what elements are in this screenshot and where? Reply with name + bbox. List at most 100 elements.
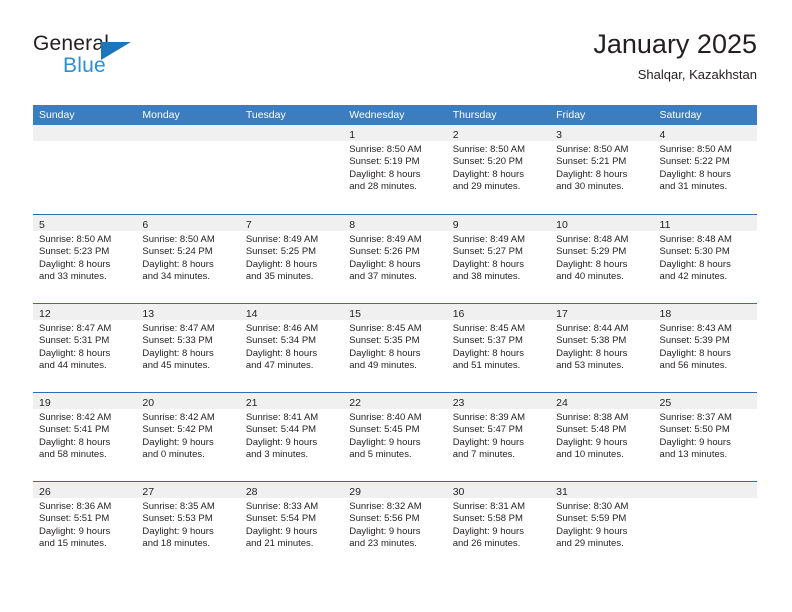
day-daylight-line1-text: Daylight: 8 hours (452, 168, 524, 180)
day-number-band: 27 (136, 482, 240, 498)
day-daylight-line1-text: Daylight: 8 hours (142, 258, 214, 270)
day-cell[interactable]: 17 Sunrise: 8:44 AM Sunset: 5:38 PM Dayligh… (550, 304, 654, 392)
day-cell[interactable]: 1 Sunrise: 8:50 AM Sunset: 5:19 PM Daylight… (343, 125, 447, 214)
day-cell[interactable]: 31 Sunrise: 8:30 AM Sunset: 5:59 PM Dayligh… (550, 482, 654, 570)
day-cell[interactable]: 15 Sunrise: 8:45 AM Sunset: 5:35 PM Dayligh… (343, 304, 447, 392)
day-cell[interactable]: 16 Sunrise: 8:45 AM Sunset: 5:37 PM Dayligh… (446, 304, 551, 392)
day-sunset-text: Sunset: 5:29 PM (556, 246, 627, 258)
week-rows-container: 1 Sunrise: 8:50 AM Sunset: 5:19 PM Daylight… (33, 125, 757, 570)
weekday-header-friday: Friday (556, 109, 586, 121)
day-number: 10 (556, 219, 568, 231)
day-cell-empty (653, 482, 757, 570)
day-number: 23 (452, 397, 465, 409)
day-sunrise-text: Sunrise: 8:31 AM (452, 501, 526, 512)
day-cell[interactable]: 24 Sunrise: 8:38 AM Sunset: 5:48 PM Dayligh… (550, 393, 654, 481)
day-sunrise-text: Sunrise: 8:37 AM (659, 412, 732, 423)
day-cell[interactable]: 21 Sunrise: 8:41 AM Sunset: 5:44 PM Dayligh… (239, 393, 344, 481)
day-daylight-line2-text: and 44 minutes. (39, 360, 107, 372)
day-sunrise-text: Sunrise: 8:50 AM (556, 144, 629, 155)
day-cell[interactable]: 23 Sunrise: 8:39 AM Sunset: 5:47 PM Dayligh… (446, 393, 551, 481)
day-cell[interactable]: 20 Sunrise: 8:42 AM Sunset: 5:42 PM Dayligh… (136, 393, 240, 481)
day-sunset-text: Sunset: 5:42 PM (142, 424, 213, 436)
weekday-header-saturday: Saturday (659, 109, 702, 121)
day-info: Sunrise: 8:49 AM Sunset: 5:26 PM Daylight:… (343, 231, 446, 284)
day-sunrise-text: Sunrise: 8:32 AM (349, 501, 422, 512)
page-header: General Blue January 2025 Shalqar, Kazak… (33, 28, 757, 98)
weekday-header-row: Sunday Monday Tuesday Wednesday Thursday Frid… (33, 105, 757, 125)
day-sunset-text: Sunset: 5:35 PM (349, 335, 420, 347)
day-daylight-line2-text: and 56 minutes. (659, 360, 728, 372)
day-number: 20 (142, 397, 155, 409)
day-daylight-line2-text: and 13 minutes. (659, 449, 728, 461)
day-number-band: 13 (136, 304, 240, 320)
day-daylight-line2-text: and 33 minutes. (39, 271, 107, 283)
day-sunset-text: Sunset: 5:38 PM (556, 335, 627, 347)
day-daylight-line1-text: Daylight: 9 hours (142, 525, 214, 537)
day-cell[interactable]: 12 Sunrise: 8:47 AM Sunset: 5:31 PM Dayligh… (33, 304, 137, 392)
day-number-band (239, 125, 344, 141)
day-cell[interactable]: 19 Sunrise: 8:42 AM Sunset: 5:41 PM Dayligh… (33, 393, 137, 481)
day-sunrise-text: Sunrise: 8:49 AM (245, 234, 319, 245)
day-daylight-line1-text: Daylight: 9 hours (659, 436, 731, 448)
day-info: Sunrise: 8:47 AM Sunset: 5:33 PM Daylight:… (136, 320, 239, 373)
day-sunrise-text: Sunrise: 8:36 AM (39, 501, 112, 512)
day-number-band: 24 (550, 393, 654, 409)
day-daylight-line2-text: and 40 minutes. (556, 271, 624, 283)
day-cell[interactable]: 25 Sunrise: 8:37 AM Sunset: 5:50 PM Dayligh… (653, 393, 757, 481)
day-cell[interactable]: 3 Sunrise: 8:50 AM Sunset: 5:21 PM Daylight… (550, 125, 654, 214)
day-number-band: 26 (33, 482, 137, 498)
day-number-band: 22 (343, 393, 447, 409)
day-info: Sunrise: 8:36 AM Sunset: 5:51 PM Daylight:… (33, 498, 136, 551)
day-cell[interactable]: 14 Sunrise: 8:46 AM Sunset: 5:34 PM Dayligh… (239, 304, 344, 392)
day-cell[interactable]: 28 Sunrise: 8:33 AM Sunset: 5:54 PM Dayligh… (239, 482, 344, 570)
day-cell[interactable]: 27 Sunrise: 8:35 AM Sunset: 5:53 PM Dayligh… (136, 482, 240, 570)
day-daylight-line1-text: Daylight: 9 hours (245, 525, 318, 537)
day-sunset-text: Sunset: 5:47 PM (452, 424, 523, 436)
day-daylight-line2-text: and 29 minutes. (452, 181, 521, 193)
day-cell[interactable]: 2 Sunrise: 8:50 AM Sunset: 5:20 PM Daylight… (446, 125, 551, 214)
day-daylight-line1-text: Daylight: 8 hours (39, 347, 111, 359)
day-info: Sunrise: 8:47 AM Sunset: 5:31 PM Daylight:… (33, 320, 136, 373)
day-daylight-line2-text: and 58 minutes. (39, 449, 107, 461)
day-sunset-text: Sunset: 5:31 PM (39, 335, 110, 347)
day-cell[interactable]: 22 Sunrise: 8:40 AM Sunset: 5:45 PM Dayligh… (343, 393, 447, 481)
day-sunrise-text: Sunrise: 8:42 AM (142, 412, 215, 423)
day-sunrise-text: Sunrise: 8:46 AM (245, 323, 319, 334)
day-number-band: 14 (239, 304, 344, 320)
day-daylight-line1-text: Daylight: 9 hours (452, 436, 524, 448)
day-sunset-text: Sunset: 5:58 PM (452, 513, 523, 525)
week-row: 1 Sunrise: 8:50 AM Sunset: 5:19 PM Daylight… (33, 125, 757, 214)
day-cell[interactable]: 9 Sunrise: 8:49 AM Sunset: 5:27 PM Daylight… (446, 215, 551, 303)
day-daylight-line2-text: and 37 minutes. (349, 271, 417, 283)
day-cell[interactable]: 26 Sunrise: 8:36 AM Sunset: 5:51 PM Dayligh… (33, 482, 137, 570)
day-info: Sunrise: 8:50 AM Sunset: 5:20 PM Daylight:… (447, 141, 550, 194)
day-daylight-line2-text: and 18 minutes. (142, 538, 211, 550)
day-number-band: 4 (653, 125, 757, 141)
day-number: 1 (349, 129, 356, 141)
day-daylight-line2-text: and 29 minutes. (556, 538, 624, 550)
day-info: Sunrise: 8:50 AM Sunset: 5:24 PM Daylight:… (136, 231, 239, 284)
day-cell[interactable]: 4 Sunrise: 8:50 AM Sunset: 5:22 PM Daylight… (653, 125, 757, 214)
day-cell[interactable]: 6 Sunrise: 8:50 AM Sunset: 5:24 PM Daylight… (136, 215, 240, 303)
day-daylight-line1-text: Daylight: 8 hours (349, 168, 421, 180)
day-sunset-text: Sunset: 5:33 PM (142, 335, 213, 347)
day-number-band: 31 (550, 482, 654, 498)
day-cell[interactable]: 11 Sunrise: 8:48 AM Sunset: 5:30 PM Dayligh… (653, 215, 757, 303)
day-cell[interactable]: 18 Sunrise: 8:43 AM Sunset: 5:39 PM Dayligh… (653, 304, 757, 392)
day-daylight-line1-text: Daylight: 8 hours (349, 347, 421, 359)
day-cell[interactable]: 30 Sunrise: 8:31 AM Sunset: 5:58 PM Dayligh… (446, 482, 551, 570)
day-daylight-line2-text: and 31 minutes. (659, 181, 728, 193)
day-cell[interactable]: 5 Sunrise: 8:50 AM Sunset: 5:23 PM Daylight… (33, 215, 137, 303)
day-sunset-text: Sunset: 5:54 PM (245, 513, 317, 525)
day-cell[interactable]: 13 Sunrise: 8:47 AM Sunset: 5:33 PM Dayligh… (136, 304, 240, 392)
day-cell[interactable]: 8 Sunrise: 8:49 AM Sunset: 5:26 PM Daylight… (343, 215, 447, 303)
day-sunset-text: Sunset: 5:45 PM (349, 424, 420, 436)
day-number: 2 (452, 129, 459, 141)
day-cell[interactable]: 7 Sunrise: 8:49 AM Sunset: 5:25 PM Daylight… (239, 215, 344, 303)
day-cell[interactable]: 10 Sunrise: 8:48 AM Sunset: 5:29 PM Dayligh… (550, 215, 654, 303)
day-number: 12 (39, 308, 51, 320)
day-number-band: 25 (653, 393, 757, 409)
general-blue-logo[interactable]: General Blue (33, 32, 233, 92)
day-sunset-text: Sunset: 5:59 PM (556, 513, 627, 525)
day-cell[interactable]: 29 Sunrise: 8:32 AM Sunset: 5:56 PM Dayligh… (343, 482, 447, 570)
